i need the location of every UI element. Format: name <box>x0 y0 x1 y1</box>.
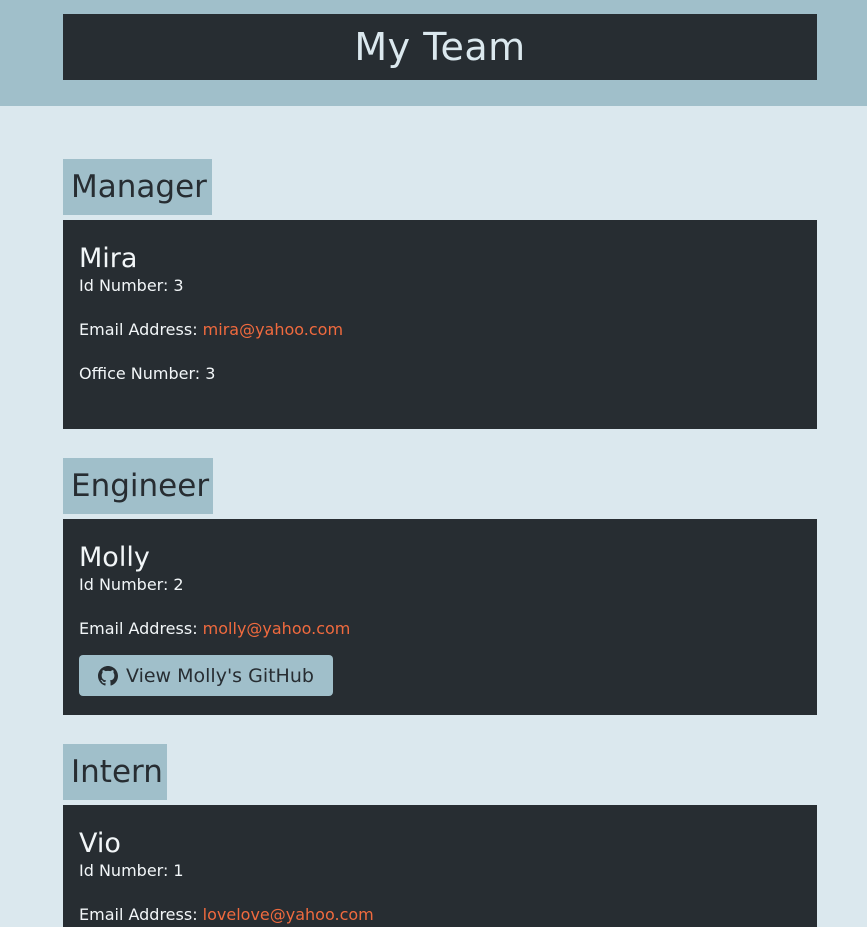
email-label: Email Address: <box>79 619 203 638</box>
email-link[interactable]: lovelove@yahoo.com <box>203 905 374 924</box>
email-label: Email Address: <box>79 905 203 924</box>
github-icon <box>98 665 118 686</box>
id-number: Id Number: 2 <box>79 575 184 594</box>
intern-card: Vio Id Number: 1 Email Address: lovelove… <box>63 805 817 927</box>
employee-name: Vio <box>79 828 121 859</box>
engineer-card: Molly Id Number: 2 Email Address: molly@… <box>63 519 817 715</box>
employee-name: Molly <box>79 542 150 573</box>
github-button-label: View Molly's GitHub <box>126 664 314 687</box>
manager-section-label: Manager <box>63 159 212 215</box>
github-button[interactable]: View Molly's GitHub <box>79 655 333 696</box>
page-title: My Team <box>354 25 526 69</box>
id-number: Id Number: 1 <box>79 861 184 880</box>
employee-name: Mira <box>79 243 138 274</box>
role-label: Intern <box>71 754 163 790</box>
email-link[interactable]: mira@yahoo.com <box>203 320 343 339</box>
role-label: Manager <box>71 169 207 205</box>
role-label: Engineer <box>71 468 210 504</box>
id-number: Id Number: 3 <box>79 276 184 295</box>
title-bar: My Team <box>63 14 817 80</box>
office-number: Office Number: 3 <box>79 364 216 383</box>
email-line: Email Address: molly@yahoo.com <box>79 619 801 639</box>
email-line: Email Address: lovelove@yahoo.com <box>79 905 801 925</box>
manager-card: Mira Id Number: 3 Email Address: mira@ya… <box>63 220 817 429</box>
email-link[interactable]: molly@yahoo.com <box>203 619 351 638</box>
intern-section-label: Intern <box>63 744 167 800</box>
email-line: Email Address: mira@yahoo.com <box>79 320 801 340</box>
engineer-section-label: Engineer <box>63 458 213 514</box>
email-label: Email Address: <box>79 320 203 339</box>
